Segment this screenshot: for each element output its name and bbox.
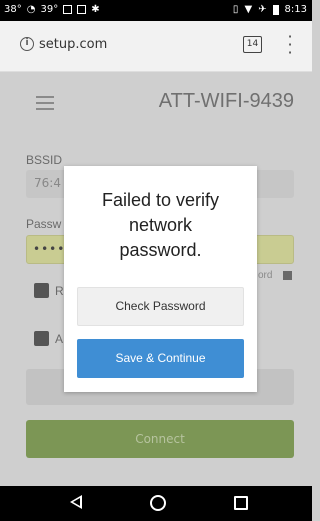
status-bar-right: ▯ ▼ ✈ 8:13 <box>233 4 307 15</box>
battery-icon <box>272 4 279 15</box>
wifi-signal-icon: ▼ <box>244 4 253 15</box>
url-text: setup.com <box>39 36 108 52</box>
check-password-button[interactable]: Check Password <box>77 287 244 326</box>
dialog-message-line3: password. <box>119 240 202 260</box>
remember-label: R <box>55 284 64 298</box>
image-icon <box>63 5 73 14</box>
mail-icon <box>77 5 87 14</box>
vibrate-icon: ▯ <box>232 4 239 15</box>
more-vert-icon[interactable]: · · · <box>285 29 295 61</box>
browser-toolbar: i setup.com 14 · · · <box>0 21 312 72</box>
show-password-label: ord <box>258 270 273 281</box>
navigation-bar <box>0 486 312 521</box>
dialog-message-line2: network <box>128 215 193 235</box>
info-icon[interactable]: i <box>20 37 34 51</box>
home-icon[interactable] <box>150 495 166 511</box>
auto-connect-label: A <box>55 332 64 346</box>
show-password-checkbox[interactable] <box>283 271 292 280</box>
save-continue-button[interactable]: Save & Continue <box>77 339 244 378</box>
temperature-1: 38° <box>4 4 22 15</box>
status-bar: 38° ◔ 39° ✱ ▯ ▼ ✈ 8:13 <box>0 0 312 21</box>
dialog-message: Failed to verify network password. <box>74 188 247 263</box>
url-field[interactable]: i setup.com <box>20 30 220 58</box>
page-title: ATT-WIFI-9439 <box>158 90 294 112</box>
status-bar-left: 38° ◔ 39° ✱ <box>4 4 100 15</box>
tab-switcher-button[interactable]: 14 <box>243 36 262 53</box>
error-dialog: Failed to verify network password. Check… <box>64 166 257 392</box>
wifi-icon: ◔ <box>26 4 36 15</box>
notification-icon: ✱ <box>91 4 100 15</box>
password-label: Passw <box>26 217 62 231</box>
connect-button[interactable]: Connect <box>26 420 294 458</box>
auto-connect-checkbox[interactable] <box>34 331 49 346</box>
dialog-message-line1: Failed to verify <box>101 190 220 210</box>
hamburger-icon[interactable] <box>36 96 54 114</box>
remember-checkbox[interactable] <box>34 283 49 298</box>
airplane-icon: ✈ <box>258 4 267 15</box>
recent-apps-icon[interactable] <box>234 496 248 510</box>
back-icon[interactable] <box>70 495 82 509</box>
temperature-2: 39° <box>40 4 59 15</box>
clock-time: 8:13 <box>284 4 307 15</box>
bssid-label: BSSID <box>26 153 63 167</box>
